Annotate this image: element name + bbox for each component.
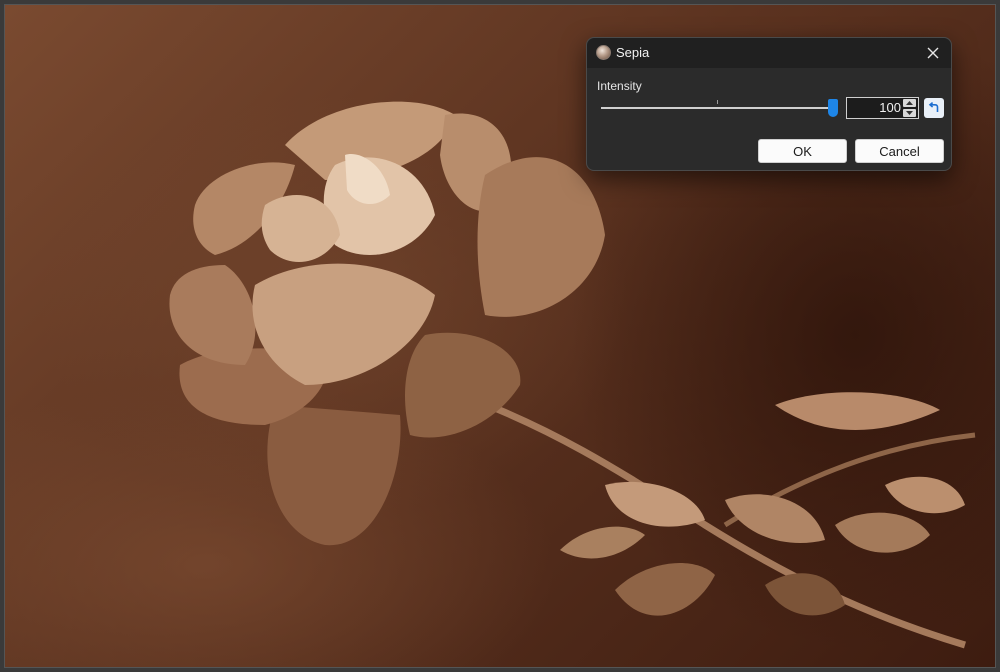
decrement-button[interactable] [903, 109, 916, 117]
sepia-effect-icon [596, 45, 611, 60]
slider-tick-mark [717, 100, 718, 104]
chevron-down-icon [906, 111, 913, 115]
intensity-spinbox[interactable]: 100 [846, 97, 919, 119]
intensity-value-input[interactable]: 100 [849, 98, 901, 118]
spin-arrows [903, 99, 916, 117]
increment-button[interactable] [903, 99, 916, 107]
reset-button[interactable] [924, 98, 944, 118]
chevron-up-icon [906, 101, 913, 105]
ok-button[interactable]: OK [758, 139, 847, 163]
intensity-label: Intensity [597, 79, 642, 93]
undo-icon [928, 102, 939, 112]
dialog-titlebar[interactable]: Sepia [587, 38, 951, 68]
close-icon [927, 47, 939, 59]
close-button[interactable] [921, 41, 945, 65]
intensity-slider[interactable] [601, 98, 838, 118]
sepia-dialog: Sepia Intensity 100 OK Cancel [586, 37, 952, 171]
slider-fill [601, 107, 833, 109]
dialog-title: Sepia [616, 45, 650, 60]
cancel-button[interactable]: Cancel [855, 139, 944, 163]
slider-thumb[interactable] [828, 99, 838, 117]
